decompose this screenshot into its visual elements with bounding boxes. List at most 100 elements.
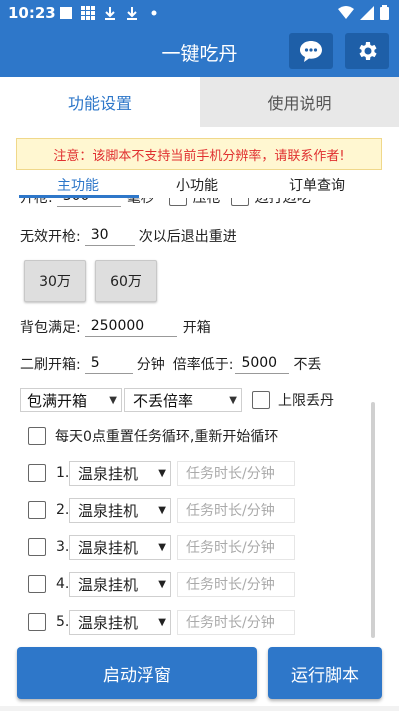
second-open-input[interactable]: 5: [84, 355, 133, 374]
invalid-fire-suffix: 次以后退出重进: [138, 229, 237, 245]
task-select[interactable]: 温泉挂机 ▼: [69, 571, 171, 597]
tab-function-settings[interactable]: 功能设置: [0, 77, 200, 127]
gear-icon: [359, 42, 377, 60]
task-row: 4. 温泉挂机 ▼ 任务时长/分钟: [28, 571, 295, 597]
battery-icon: [380, 5, 389, 24]
cap-drop-label: 上限丢丹: [278, 393, 334, 409]
rate-suffix: 不丢: [293, 357, 322, 373]
task-number: 3.: [56, 539, 70, 555]
signal-icon: [360, 5, 374, 24]
chevron-down-icon: ▼: [158, 504, 166, 516]
rate-input[interactable]: 5000: [235, 355, 290, 374]
tab-indicator: [19, 195, 139, 198]
task-select[interactable]: 温泉挂机 ▼: [69, 609, 171, 635]
task-row: 3. 温泉挂机 ▼ 任务时长/分钟: [28, 534, 295, 560]
box-mode-select[interactable]: 包满开箱 ▼: [20, 388, 122, 412]
box-mode-value: 包满开箱: [27, 391, 88, 410]
status-right-icons: [338, 5, 389, 24]
chat-icon: [300, 41, 322, 62]
tab-main-function[interactable]: 主功能: [57, 175, 99, 195]
chevron-down-icon: ▼: [158, 541, 166, 553]
dot-icon: [146, 5, 162, 21]
run-script-button[interactable]: 运行脚本: [268, 647, 382, 699]
settings-button[interactable]: [345, 33, 389, 69]
recoil-checkbox[interactable]: [168, 198, 187, 206]
chevron-down-icon: ▼: [158, 578, 166, 590]
fire-delay-unit: 毫秒: [126, 198, 155, 206]
fire-delay-label: 开枪:: [20, 198, 53, 206]
status-bar: 10:23: [0, 0, 399, 27]
invalid-fire-input[interactable]: 30: [84, 227, 135, 246]
bag-full-row: 背包满足: 250000 开箱: [20, 317, 211, 337]
square-icon: [58, 5, 74, 21]
tab-order-query[interactable]: 订单查询: [289, 175, 345, 195]
invalid-fire-row: 无效开枪: 30 次以后退出重进: [20, 226, 237, 246]
task-duration-input[interactable]: 任务时长/分钟: [177, 534, 295, 560]
daily-reset-label: 每天0点重置任务循环,重新开始循环: [55, 429, 279, 445]
status-icons: [58, 5, 162, 21]
navigation-bar: [0, 706, 399, 711]
task-row: 1. 温泉挂机 ▼ 任务时长/分钟: [28, 460, 295, 486]
grid-icon: [80, 5, 96, 21]
recoil-label: 压枪: [192, 198, 221, 206]
rate-label: 倍率低于:: [172, 357, 234, 373]
task-checkbox[interactable]: [28, 575, 46, 593]
preset-600k-button[interactable]: 60万: [95, 260, 157, 302]
preset-300k-button[interactable]: 30万: [24, 260, 86, 302]
task-duration-input[interactable]: 任务时长/分钟: [177, 571, 295, 597]
task-number: 5.: [56, 614, 70, 630]
task-checkbox[interactable]: [28, 613, 46, 631]
cap-drop-checkbox[interactable]: [252, 391, 270, 409]
bag-full-input[interactable]: 250000: [84, 318, 177, 337]
tab-minor-function[interactable]: 小功能: [176, 175, 218, 195]
task-duration-input[interactable]: 任务时长/分钟: [177, 460, 295, 486]
task-select[interactable]: 温泉挂机 ▼: [69, 497, 171, 523]
download-icon: [124, 5, 140, 21]
dropdown-row: 包满开箱 ▼ 不丢倍率 ▼ 上限丢丹: [20, 388, 334, 412]
tab-instructions[interactable]: 使用说明: [200, 77, 399, 127]
chevron-down-icon: ▼: [158, 616, 166, 628]
wifi-icon: [338, 5, 354, 24]
task-number: 4.: [56, 576, 70, 592]
chevron-down-icon: ▼: [229, 394, 237, 406]
task-number: 1.: [56, 465, 70, 481]
start-float-window-button[interactable]: 启动浮窗: [17, 647, 257, 699]
main-tabs: 功能设置 使用说明: [0, 77, 399, 127]
task-duration-input[interactable]: 任务时长/分钟: [177, 609, 295, 635]
second-open-label: 二刷开箱:: [20, 357, 81, 373]
task-select-value: 温泉挂机: [78, 538, 139, 557]
bag-full-suffix: 开箱: [182, 320, 211, 336]
task-row: 2. 温泉挂机 ▼ 任务时长/分钟: [28, 497, 295, 523]
scrollbar[interactable]: [371, 402, 375, 638]
task-row: 5. 温泉挂机 ▼ 任务时长/分钟: [28, 609, 295, 635]
task-select-value: 温泉挂机: [78, 464, 139, 483]
app-title: 一键吃丹: [161, 43, 238, 65]
download-icon: [102, 5, 118, 21]
second-open-unit: 分钟: [136, 357, 165, 373]
main-content[interactable]: 开枪: 300 毫秒 压枪 边打边吃 无效开枪: 30 次以后退出重进 30万 …: [0, 198, 399, 640]
task-select[interactable]: 温泉挂机 ▼: [69, 534, 171, 560]
rate-mode-select[interactable]: 不丢倍率 ▼: [124, 388, 242, 412]
task-checkbox[interactable]: [28, 464, 46, 482]
fire-delay-input[interactable]: 300: [56, 198, 121, 207]
fire-eat-label: 边打边吃: [254, 198, 311, 206]
task-duration-input[interactable]: 任务时长/分钟: [177, 497, 295, 523]
task-checkbox[interactable]: [28, 501, 46, 519]
daily-reset-row: 每天0点重置任务循环,重新开始循环: [28, 426, 278, 446]
second-open-row: 二刷开箱: 5 分钟 倍率低于: 5000 不丢: [20, 354, 321, 374]
bag-full-label: 背包满足:: [20, 320, 81, 336]
task-select[interactable]: 温泉挂机 ▼: [69, 460, 171, 486]
warning-notice: 注意：该脚本不支持当前手机分辨率，请联系作者!: [16, 138, 382, 170]
chevron-down-icon: ▼: [158, 467, 166, 479]
status-time: 10:23: [8, 4, 56, 22]
daily-reset-checkbox[interactable]: [28, 427, 46, 445]
rate-mode-value: 不丢倍率: [133, 391, 194, 410]
task-checkbox[interactable]: [28, 538, 46, 556]
sub-tabs: 主功能 小功能 订单查询: [0, 172, 399, 198]
task-select-value: 温泉挂机: [78, 613, 139, 632]
task-select-value: 温泉挂机: [78, 501, 139, 520]
chat-button[interactable]: [289, 33, 333, 69]
app-bar: 一键吃丹: [0, 27, 399, 77]
fire-eat-checkbox[interactable]: [230, 198, 249, 206]
fire-delay-row: 开枪: 300 毫秒 压枪 边打边吃: [20, 198, 311, 207]
